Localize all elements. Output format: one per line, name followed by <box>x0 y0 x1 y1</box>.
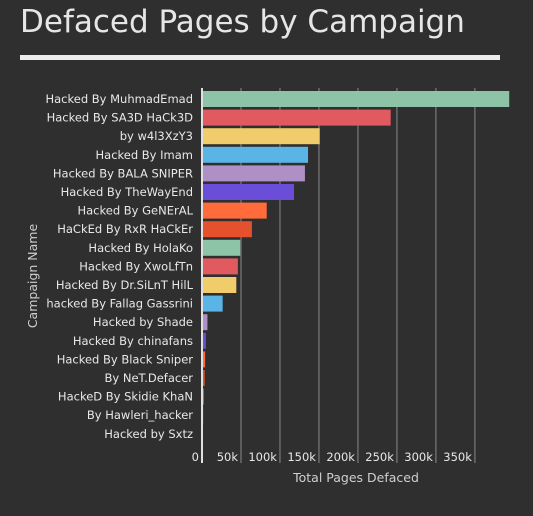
y-axis-title: Campaign Name <box>25 224 40 329</box>
bar <box>202 277 237 293</box>
category-label: Hacked By SA3D HaCk3D <box>47 111 194 125</box>
category-label: HackeD By Skidie KhaN <box>58 390 193 404</box>
category-label: Hacked By MuhmadEmad <box>45 92 193 106</box>
bar <box>202 202 267 219</box>
x-tick-label: 100k <box>248 450 277 464</box>
category-label: Hacked By BALA SNIPER <box>53 166 193 180</box>
category-label: Hacked By XwoLfTn <box>79 259 193 273</box>
x-tick-label: 300k <box>404 450 433 464</box>
gridlines <box>240 88 476 463</box>
bars <box>202 91 510 442</box>
category-label: Hacked By TheWayEnd <box>61 185 193 199</box>
category-labels: Hacked By MuhmadEmad Hacked By SA3D HaCk3… <box>45 92 193 441</box>
x-tick-labels: 0 50k 100k 150k 200k 250k 300k 350k <box>192 450 473 464</box>
category-label: Hacked By Dr.SiLnT HilL <box>56 278 194 292</box>
category-label: hacked By Fallag Gassrini <box>46 297 193 311</box>
bar-chart: Hacked By MuhmadEmad Hacked By SA3D HaCk3… <box>25 88 510 485</box>
category-label: Hacked By GeNErAL <box>77 204 193 218</box>
bar <box>202 165 305 182</box>
category-label: By Hawleri_hacker <box>87 408 193 422</box>
bar <box>202 295 223 312</box>
x-tick-label: 250k <box>365 450 394 464</box>
bar <box>202 128 320 145</box>
bar <box>202 239 241 256</box>
x-tick-label: 150k <box>287 450 316 464</box>
x-tick-label: 50k <box>217 450 239 464</box>
bar <box>202 258 238 275</box>
x-tick-label: 0 <box>192 450 199 464</box>
category-label: Hacked By Black Sniper <box>57 352 194 366</box>
category-label: Hacked by Shade <box>93 315 193 329</box>
bar <box>202 221 252 238</box>
category-label: by w4l3XzY3 <box>120 129 193 143</box>
category-label: Hacked by Sxtz <box>104 427 193 441</box>
bar <box>202 109 391 126</box>
x-tick-label: 200k <box>326 450 355 464</box>
category-label: By NeT.Defacer <box>105 371 194 385</box>
category-label: Hacked By chinafans <box>73 334 193 348</box>
category-label: Hacked By HolaKo <box>88 241 193 255</box>
x-axis-title: Total Pages Defaced <box>292 470 419 485</box>
bar <box>202 184 295 200</box>
x-tick-label: 350k <box>443 450 472 464</box>
category-label: HaCkEd By RxR HaCkEr <box>57 222 193 236</box>
bar <box>202 91 510 107</box>
bar <box>202 146 309 163</box>
category-label: Hacked By Imam <box>96 148 194 162</box>
